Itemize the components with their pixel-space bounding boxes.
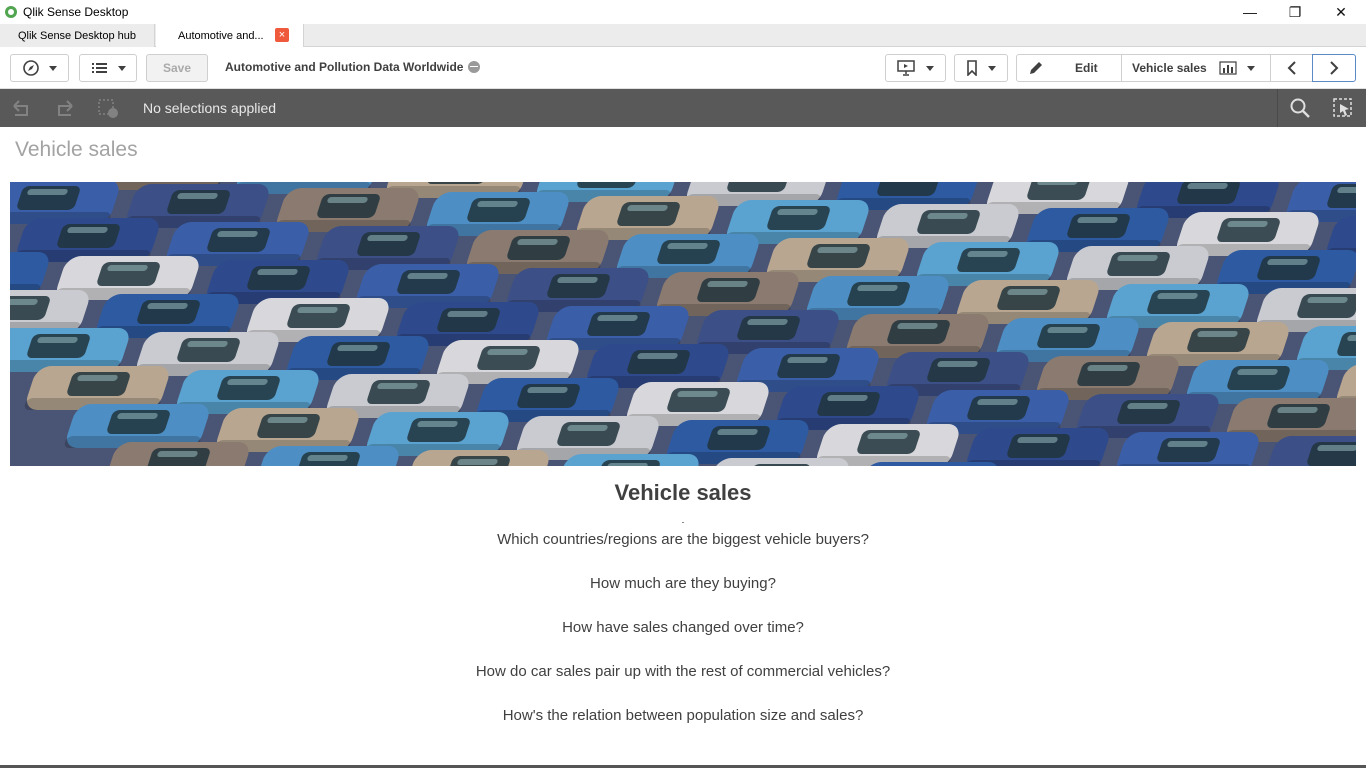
- window-title: Qlik Sense Desktop: [23, 5, 129, 19]
- present-button[interactable]: [885, 54, 946, 82]
- minimize-button[interactable]: —: [1227, 0, 1273, 24]
- pencil-icon: [1030, 62, 1042, 74]
- tab-hub[interactable]: Qlik Sense Desktop hub: [0, 24, 155, 47]
- tab-strip: Qlik Sense Desktop hub Automotive and...…: [0, 24, 1366, 48]
- text-heading: Vehicle sales: [614, 480, 752, 505]
- chevron-right-icon: [1330, 61, 1339, 75]
- qlik-logo-icon: [5, 6, 17, 18]
- question-text: How's the relation between population si…: [502, 707, 864, 724]
- selection-status: No selections applied: [143, 100, 277, 116]
- restore-icon: ❐: [1288, 3, 1302, 20]
- step-back-icon[interactable]: [11, 98, 33, 118]
- cars-parking-lot-image: [10, 182, 1356, 466]
- chevron-down-icon: [117, 65, 126, 71]
- presentation-icon: [897, 60, 915, 76]
- restore-button[interactable]: ❐: [1272, 0, 1318, 24]
- sheet-chart-icon: [1219, 61, 1237, 75]
- bookmarks-button[interactable]: [954, 54, 1008, 82]
- step-forward-icon[interactable]: [53, 98, 75, 118]
- search-button[interactable]: [1277, 89, 1321, 127]
- compass-icon: [22, 60, 39, 76]
- tab-label: Automotive and...: [178, 30, 264, 42]
- question-text: How have sales changed over time?: [562, 619, 804, 636]
- save-button[interactable]: Save: [146, 54, 208, 82]
- next-sheet-button[interactable]: [1312, 54, 1356, 82]
- sheet-title: Vehicle sales: [15, 138, 138, 161]
- navigation-menu-button[interactable]: [10, 54, 69, 82]
- close-window-button[interactable]: ✕: [1318, 0, 1364, 24]
- list-menu-button[interactable]: [79, 54, 137, 82]
- chevron-left-icon: [1287, 61, 1296, 75]
- bookmark-icon: [967, 60, 977, 76]
- toolbar: Save Automotive and Pollution Data World…: [0, 47, 1366, 89]
- question-text: How do car sales pair up with the rest o…: [475, 663, 891, 680]
- edit-label: Edit: [1075, 61, 1098, 75]
- window-titlebar: Qlik Sense Desktop — ❐ ✕: [0, 0, 1366, 24]
- published-globe-icon[interactable]: [468, 61, 481, 73]
- minimize-icon: —: [1243, 4, 1257, 20]
- selection-tool-icon: [1333, 98, 1352, 117]
- selections-tool-button[interactable]: [1321, 89, 1365, 127]
- close-icon: ✕: [1335, 3, 1347, 20]
- search-icon: [1290, 98, 1310, 118]
- close-tab-icon[interactable]: ×: [275, 28, 289, 42]
- chevron-down-icon: [925, 65, 934, 71]
- app-name-label: Automotive and Pollution Data Worldwide: [225, 60, 464, 74]
- previous-sheet-button[interactable]: [1270, 54, 1313, 82]
- chevron-down-icon: [49, 65, 58, 71]
- current-sheet-label: Vehicle sales: [1132, 61, 1207, 75]
- selections-bar: No selections applied: [0, 89, 1366, 127]
- question-text: Which countries/regions are the biggest …: [497, 531, 869, 548]
- list-icon: [91, 63, 107, 73]
- chevron-down-icon: [988, 65, 996, 71]
- divider-dot: [682, 522, 684, 523]
- chevron-down-icon: [1246, 65, 1255, 71]
- cars-banner-image: [10, 182, 1356, 466]
- sheet-selector[interactable]: Vehicle sales: [1121, 54, 1271, 82]
- tab-label: Qlik Sense Desktop hub: [17, 29, 136, 42]
- edit-button[interactable]: Edit: [1016, 54, 1122, 82]
- tab-app[interactable]: Automotive and... ×: [156, 24, 304, 48]
- question-text: How much are they buying?: [590, 575, 776, 592]
- app-name: Automotive and Pollution Data Worldwide: [225, 60, 481, 74]
- clear-selections-icon[interactable]: [97, 98, 119, 118]
